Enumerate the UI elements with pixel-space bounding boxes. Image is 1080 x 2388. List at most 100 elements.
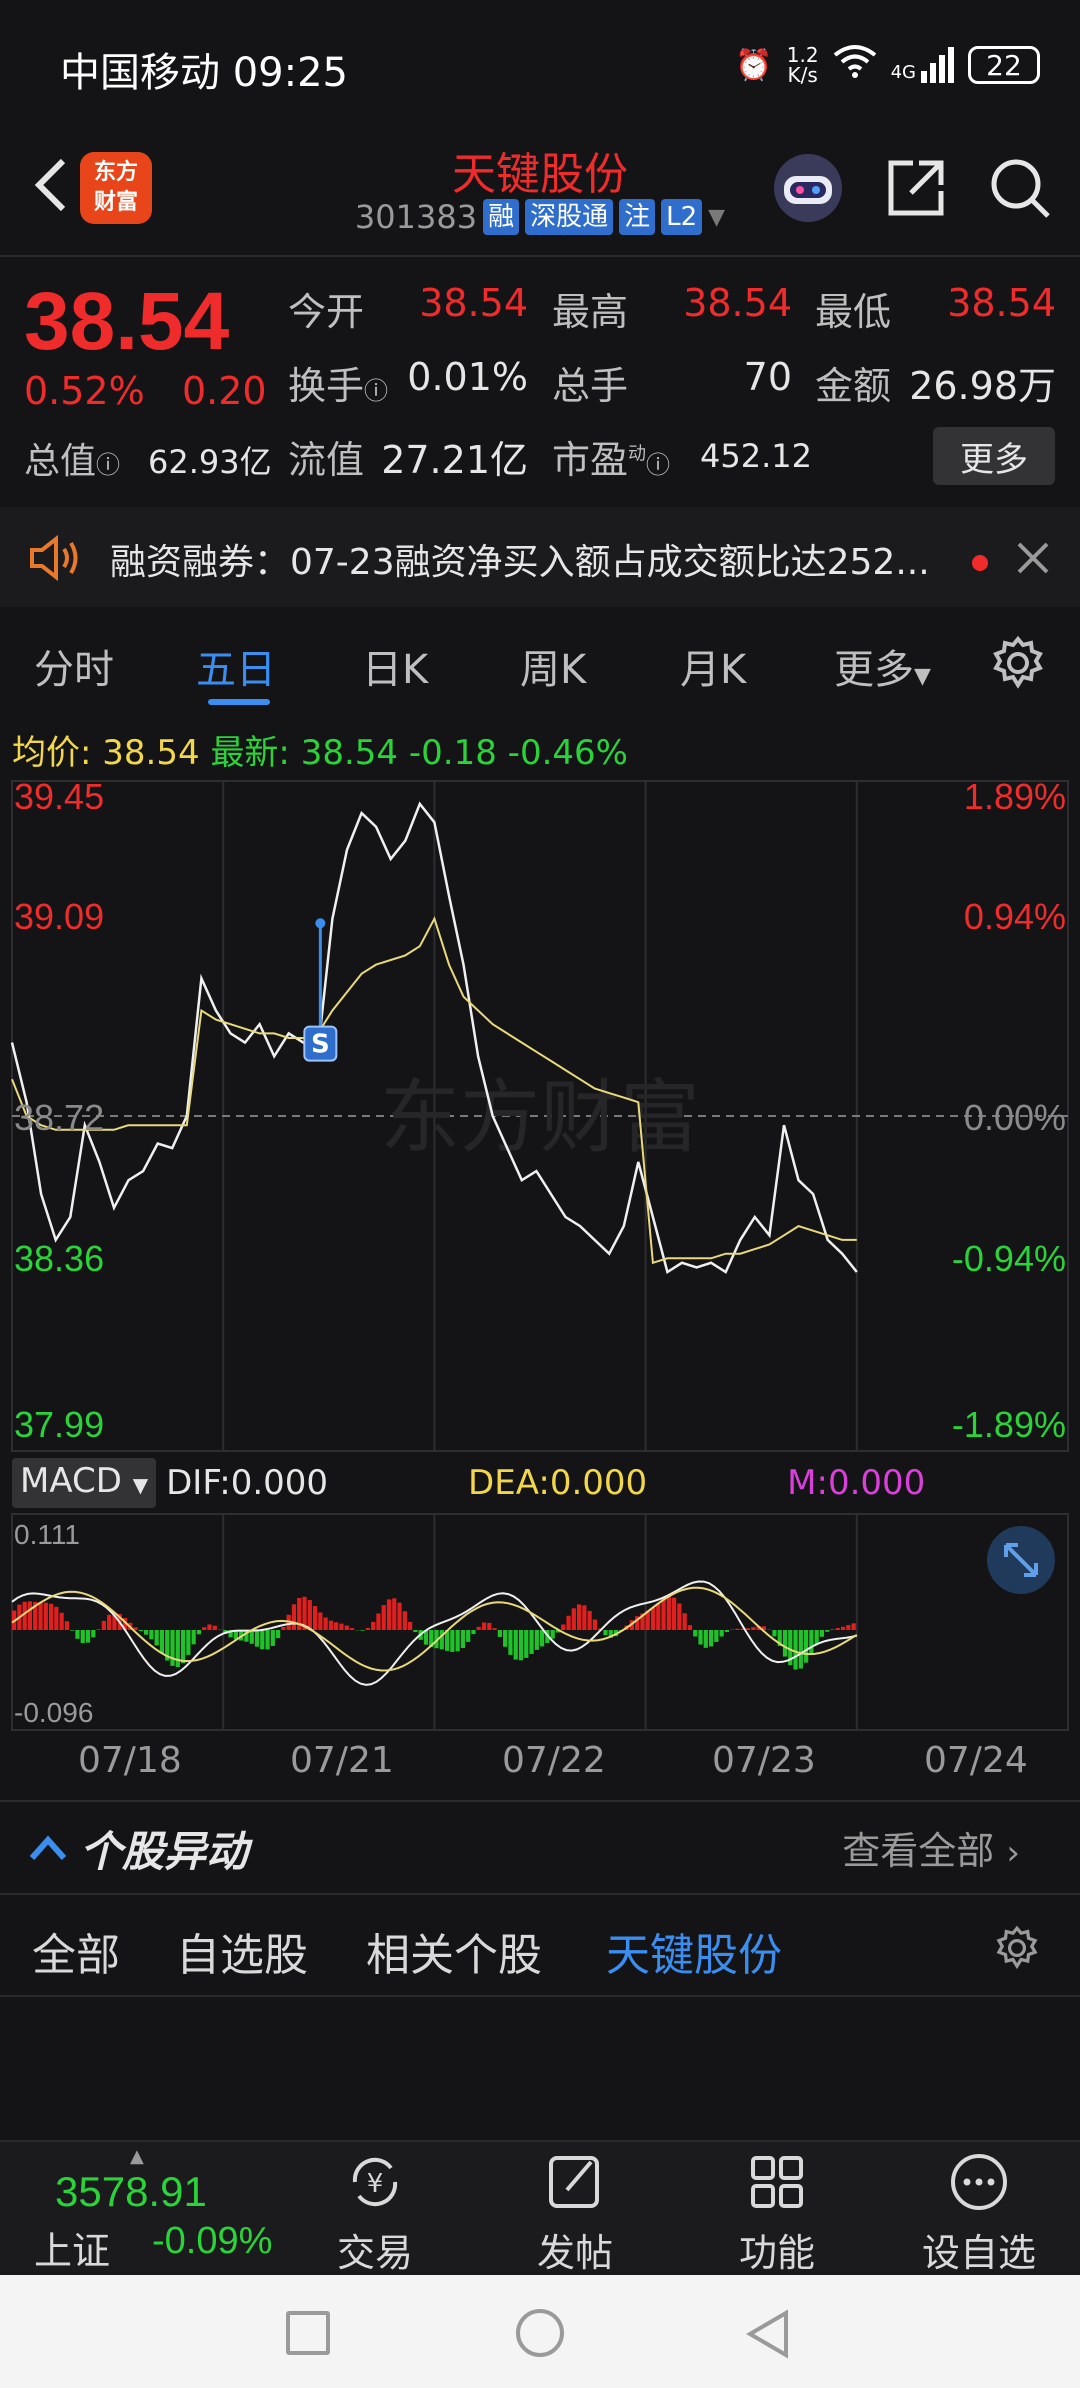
nav-post[interactable]: 发帖 (510, 2152, 640, 2277)
avg-label: 均价: (12, 733, 92, 773)
price-chart[interactable]: 东方财富 S 39.45 39.09 38.72 38.36 37.99 1.89% 0.9… (0, 775, 1080, 1455)
divider (0, 1995, 1080, 1997)
grid-icon (751, 2156, 803, 2208)
y-tick-right: 0.94% (964, 896, 1066, 937)
volume-label: 总手 (552, 364, 629, 408)
macd-top-label: 0.111 (14, 1519, 80, 1550)
status-carrier-time: 中国移动 09:25 (60, 50, 348, 96)
indicator-select[interactable]: MACD ▼ (12, 1458, 157, 1508)
margin-news-bar[interactable]: 融资融券：07-23融资净买入额占成交额比达252... (0, 507, 1080, 607)
svg-text:¥: ¥ (367, 2169, 384, 2199)
gear-icon[interactable] (990, 635, 1046, 695)
y-tick-right: 0.00% (964, 1097, 1066, 1138)
svg-text:S: S (311, 1030, 330, 1060)
caret-up-icon: ▲ (130, 2146, 144, 2167)
tab-five-day[interactable]: 五日 (196, 637, 276, 695)
search-icon[interactable] (980, 148, 1060, 228)
y-tick-left: 38.36 (14, 1238, 104, 1279)
pe-label[interactable]: 市盈动ⓘ (552, 429, 670, 484)
yuan-cycle-icon: ¥ (352, 2157, 398, 2207)
robot-assistant-icon[interactable] (768, 148, 848, 228)
turnover-label[interactable]: 换手ⓘ (288, 355, 388, 410)
movement-filters: 全部 自选股 相关个股 天键股份 (0, 1895, 1080, 1995)
alarm-icon: ⏰ (735, 47, 773, 83)
more-button[interactable]: 更多 (933, 427, 1055, 485)
y-tick-left: 37.99 (14, 1404, 104, 1445)
view-all-link[interactable]: 查看全部 › (842, 1820, 1020, 1875)
macd-dea: DEA:0.000 (468, 1463, 648, 1503)
current-price: 38.54 (24, 276, 230, 367)
date-label: 07/18 (78, 1740, 182, 1781)
stock-movement-header[interactable]: 个股异动 查看全部 › (0, 1802, 1080, 1892)
y-tick-left: 39.09 (14, 896, 104, 937)
tab-intraday[interactable]: 分时 (34, 637, 114, 695)
close-icon[interactable] (1016, 541, 1050, 579)
status-bar: 中国移动 09:25 ⏰ 1.2 K/s 4G 22 (0, 0, 1080, 130)
index-value[interactable]: 3578.91 (55, 2168, 207, 2216)
date-label: 07/24 (924, 1740, 1028, 1781)
tab-monthly-k[interactable]: 月K (680, 637, 746, 695)
more-dots-icon (951, 2154, 1007, 2210)
stock-name: 天键股份 (452, 149, 628, 200)
filter-all[interactable]: 全部 (32, 1919, 120, 1983)
gear-icon[interactable] (994, 1925, 1040, 1975)
amount-label: 金额 (815, 364, 892, 408)
filter-related[interactable]: 相关个股 (366, 1919, 542, 1983)
macd-m: M:0.000 (787, 1463, 926, 1503)
y-tick-left: 38.72 (14, 1097, 104, 1138)
volume-value: 70 (743, 355, 792, 399)
index-change: -0.09% (152, 2220, 273, 2262)
avg-value: 38.54 (102, 733, 200, 773)
open-value: 38.54 (419, 281, 528, 325)
net-speed: 1.2 K/s (786, 43, 819, 87)
filter-this-stock[interactable]: 天键股份 (606, 1919, 782, 1983)
share-icon[interactable] (876, 148, 956, 228)
tab-daily-k[interactable]: 日K (362, 637, 428, 695)
change-percent: 0.52% (24, 369, 145, 413)
nav-add-watchlist[interactable]: 设自选 (914, 2152, 1044, 2277)
y-tick-right: -0.94% (952, 1238, 1066, 1279)
home-icon[interactable] (516, 2309, 564, 2357)
expand-icon[interactable] (987, 1526, 1055, 1594)
tab-weekly-k[interactable]: 周K (520, 637, 586, 695)
caret-down-icon: ▼ (708, 204, 726, 230)
filter-watchlist[interactable]: 自选股 (176, 1919, 308, 1983)
event-marker-s[interactable]: S (303, 1025, 338, 1062)
nav-functions[interactable]: 功能 (712, 2152, 842, 2277)
mktcap-value: 62.93亿 (148, 443, 272, 481)
tab-more[interactable]: 更多▼ (834, 637, 931, 695)
stock-code-tags[interactable]: 301383 融 深股通 注 L2 ▼ (340, 198, 740, 236)
wifi-icon (833, 43, 877, 87)
low-value: 38.54 (947, 281, 1056, 325)
float-label: 流值 (288, 438, 365, 482)
latest-value: 38.54 (300, 733, 399, 773)
back-button[interactable] (20, 150, 80, 220)
speaker-icon (28, 534, 82, 585)
news-text[interactable]: 融资融券：07-23融资净买入额占成交额比达252... (110, 533, 970, 585)
mktcap-label[interactable]: 总值ⓘ (24, 432, 120, 484)
back-nav-icon[interactable] (744, 2309, 790, 2363)
tag-margin: 融 (483, 199, 520, 235)
app-logo[interactable]: 东方 财富 (80, 152, 152, 224)
change-amount: 0.20 (182, 369, 267, 413)
date-axis: 07/18 07/21 07/22 07/23 07/24 (0, 1740, 1080, 1790)
chevron-up-icon[interactable] (28, 1834, 68, 1866)
watermark: 东方财富 (380, 1071, 700, 1164)
edit-icon (549, 2156, 599, 2208)
date-label: 07/23 (712, 1740, 816, 1781)
macd-dif: DIF:0.000 (166, 1463, 329, 1503)
battery-icon: 22 (968, 46, 1040, 84)
nav-trade[interactable]: ¥ 交易 (310, 2152, 440, 2277)
recent-apps-icon[interactable] (286, 2311, 330, 2355)
bottom-bar: ▲ 3578.91 上证 -0.09% ¥ 交易 发帖 功能 设自选 (0, 2140, 1080, 2275)
status-icons: ⏰ 1.2 K/s 4G 22 (735, 40, 1040, 90)
stock-code: 301383 (354, 198, 478, 236)
stock-header: 东方 财富 天键股份 301383 融 深股通 注 L2 ▼ (0, 130, 1080, 255)
quote-panel: 38.54 0.52% 0.20 总值ⓘ 62.93亿 今开 38.54 最高 … (0, 257, 1080, 507)
macd-chart[interactable]: 0.111 -0.096 (0, 1510, 1080, 1735)
chevron-left-icon (34, 158, 66, 212)
macd-header: MACD ▼ DIF:0.000 DEA:0.000 M:0.000 (12, 1458, 925, 1508)
macd-bottom-label: -0.096 (14, 1697, 93, 1728)
amount-value: 26.98万 (909, 364, 1056, 408)
chart-tabs: 分时 五日 日K 周K 月K 更多▼ (0, 607, 1080, 715)
